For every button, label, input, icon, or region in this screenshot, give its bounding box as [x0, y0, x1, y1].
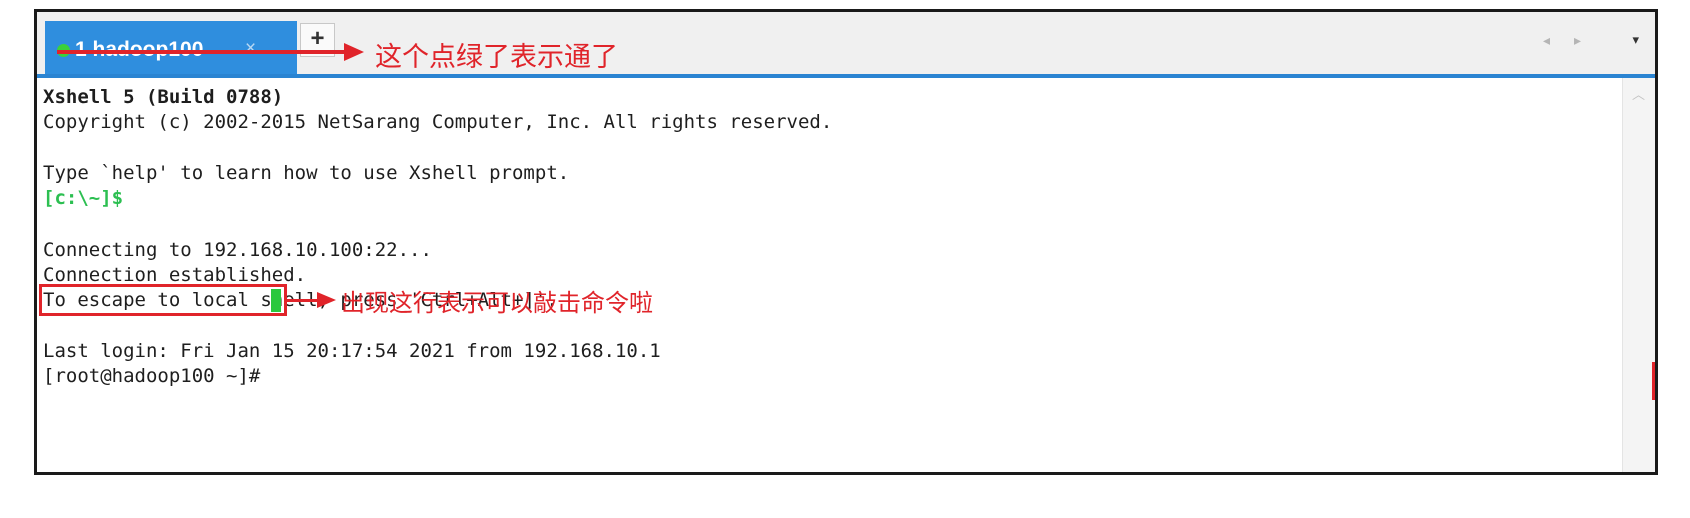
- terminal-connecting-line: Connecting to 192.168.10.100:22...: [43, 239, 432, 261]
- annotation-tab-dot-note: 这个点绿了表示通了: [375, 42, 618, 73]
- annotation-arrow-line: [57, 50, 347, 54]
- terminal-help-line: Type `help' to learn how to use Xshell p…: [43, 162, 570, 184]
- tab-hadoop100[interactable]: 1 hadoop100 ×: [45, 21, 297, 74]
- tab-list-dropdown-icon[interactable]: ▾: [1632, 32, 1639, 48]
- annotation-prompt-highlight-box: [39, 284, 287, 316]
- xshell-window: 1 hadoop100 × + ◂ ▸ ▾ 这个点绿了表示通了 Xshell 5…: [34, 9, 1658, 475]
- annotation-prompt-note: 出现这行表示可以敲击命令啦: [341, 289, 653, 317]
- annotation-arrow-head-2: [317, 292, 336, 308]
- tab-scroll-arrows-icon[interactable]: ◂ ▸: [1543, 32, 1591, 49]
- scroll-position-marker: [1652, 362, 1655, 400]
- tab-bar: 1 hadoop100 × + ◂ ▸ ▾ 这个点绿了表示通了: [37, 12, 1655, 78]
- tab-close-icon[interactable]: ×: [245, 38, 256, 60]
- scroll-up-icon[interactable]: ︿: [1632, 84, 1645, 103]
- annotation-arrow-line-2: [287, 299, 321, 302]
- terminal-title-line: Xshell 5 (Build 0788): [43, 86, 284, 108]
- terminal-copyright-line: Copyright (c) 2002-2015 NetSarang Comput…: [43, 111, 833, 133]
- annotation-arrow-head: [344, 43, 364, 61]
- vertical-scrollbar[interactable]: ︿: [1622, 78, 1655, 472]
- terminal-output[interactable]: Xshell 5 (Build 0788) Copyright (c) 2002…: [37, 78, 1623, 472]
- terminal-established-line: Connection established.: [43, 264, 307, 286]
- terminal-last-login-line: Last login: Fri Jan 15 20:17:54 2021 fro…: [43, 340, 661, 362]
- terminal-remote-prompt: [root@hadoop100 ~]#: [43, 365, 272, 387]
- terminal-local-prompt: [c:\~]$: [43, 187, 124, 209]
